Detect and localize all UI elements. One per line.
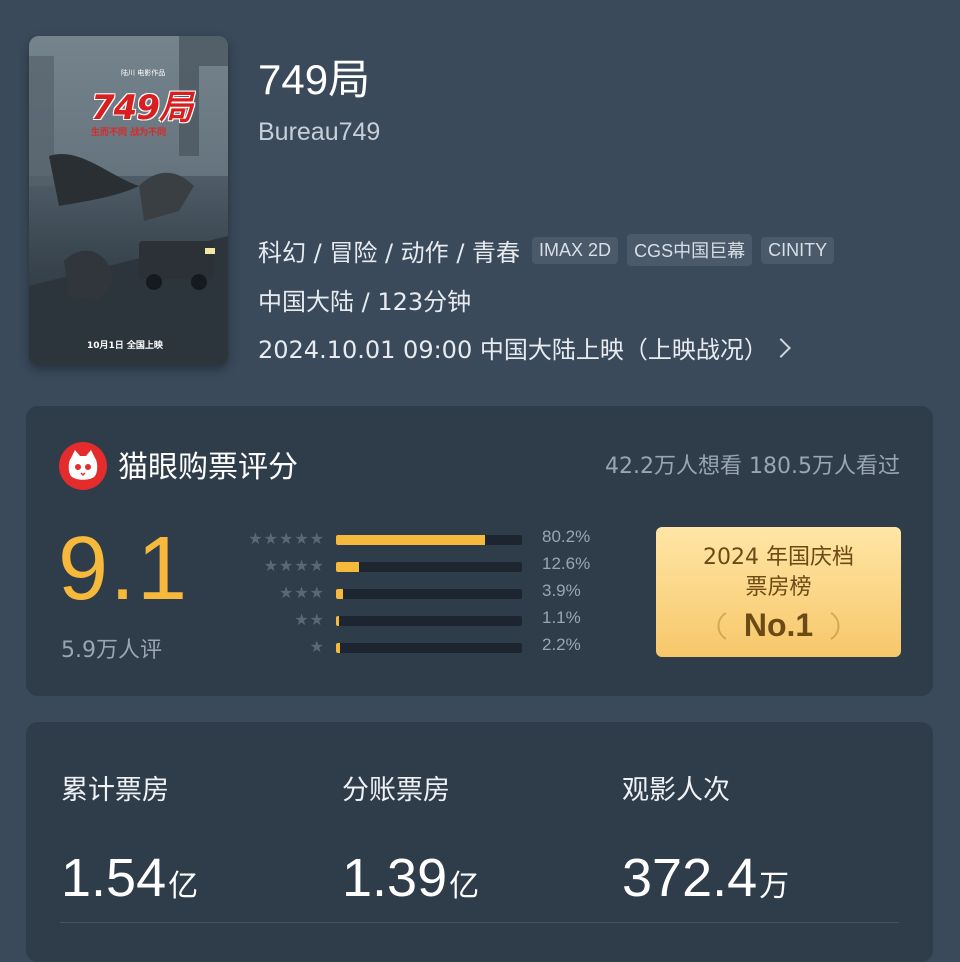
genre-row: 科幻 / 冒险 / 动作 / 青春 IMAX 2D CGS中国巨幕 CINITY [258,232,843,268]
rating-percent: 1.1% [542,608,581,627]
movie-english-title: Bureau749 [258,118,381,146]
rating-percent: 3.9% [542,581,581,600]
rating-score: 9.1 [58,519,190,619]
rating-bar-fill [336,643,341,653]
rating-bar-fill [336,562,360,572]
poster-tagline: 生而不同 战为不同 [91,128,167,138]
rating-bar-track [336,535,522,545]
poster-director-text: 陆川 电影作品 [121,69,166,77]
stars-icon: ★★★★ [263,556,325,575]
stat-value: 1.54亿 [61,847,198,909]
rating-bar-track [336,616,522,626]
rating-bar-fill [336,535,486,545]
stat-label: 观影人次 [622,775,730,806]
movie-poster[interactable]: 陆川 电影作品 749局 生而不同 战为不同 10月1日 全国上映 [29,36,228,365]
laurel-right-icon [830,612,840,640]
stat-admissions: 观影人次 372.4万 [622,768,789,909]
stat-unit: 万 [759,869,790,904]
rating-bar-track [336,562,522,572]
movie-origin-duration: 中国大陆 / 123分钟 [258,288,472,316]
stat-label: 分账票房 [342,775,450,806]
rank-list-name: 票房榜 [745,575,812,600]
stat-total-box-office: 累计票房 1.54亿 [61,768,198,909]
rating-bar-track [336,643,522,653]
stat-split-box-office: 分账票房 1.39亿 [342,768,479,909]
maoyan-cat-icon [59,442,107,490]
rating-percent: 12.6% [542,554,591,573]
stars-icon: ★★ [294,610,325,629]
movie-header: 陆川 电影作品 749局 生而不同 战为不同 10月1日 全国上映 749局 B… [0,0,960,400]
stars-icon: ★★★★★ [248,529,325,548]
poster-title: 749局 [91,88,193,128]
rating-title: 猫眼购票评分 [118,450,298,485]
stat-label: 累计票房 [61,775,169,806]
stat-value: 372.4万 [622,847,789,909]
poster-release-note: 10月1日 全国上映 [87,341,163,351]
format-tag-cgs: CGS中国巨幕 [627,234,753,266]
rank-position: No.1 [743,607,814,643]
rating-distribution: ★★★★★ 80.2% ★★★★ 12.6% ★★★ 3.9% ★★ 1.1% … [232,526,612,661]
rating-row-1-star: ★ 2.2% [232,634,612,661]
stat-unit: 亿 [449,869,480,904]
rating-row-4-star: ★★★★ 12.6% [232,553,612,580]
stars-icon: ★★★ [278,583,325,602]
rating-row-5-star: ★★★★★ 80.2% [232,526,612,553]
format-tag-imax: IMAX 2D [532,236,619,264]
box-office-card: 累计票房 1.54亿 分账票房 1.39亿 观影人次 372.4万 [26,722,933,962]
stat-number: 372.4 [622,848,758,908]
rank-season: 2024 年国庆档 [703,545,854,570]
boxoffice-rank-badge[interactable]: 2024 年国庆档 票房榜 No.1 [656,527,901,657]
want-watched-count: 42.2万人想看 180.5万人看过 [605,454,900,479]
stars-icon: ★ [309,637,325,656]
stat-number: 1.54 [61,848,167,908]
format-tag-cinity: CINITY [761,236,835,264]
rating-row-2-star: ★★ 1.1% [232,607,612,634]
movie-genres: 科幻 / 冒险 / 动作 / 青春 [258,238,521,267]
rating-percent: 80.2% [542,527,591,546]
movie-title: 749局 [258,56,371,103]
divider [60,922,899,923]
rating-percent: 2.2% [542,635,581,654]
rating-bar-fill [336,589,344,599]
rating-card: 猫眼购票评分 42.2万人想看 180.5万人看过 9.1 5.9万人评 ★★★… [26,406,933,696]
stat-unit: 亿 [168,869,199,904]
rating-count: 5.9万人评 [61,638,162,663]
rating-row-3-star: ★★★ 3.9% [232,580,612,607]
stat-number: 1.39 [342,848,448,908]
rating-bar-fill [336,616,339,626]
chevron-right-icon [770,337,791,358]
stat-value: 1.39亿 [342,847,479,909]
release-link[interactable]: 2024.10.01 09:00 中国大陆上映（上映战况） [258,330,791,365]
release-text: 2024.10.01 09:00 中国大陆上映（上映战况） [258,336,768,364]
rating-bar-track [336,589,522,599]
